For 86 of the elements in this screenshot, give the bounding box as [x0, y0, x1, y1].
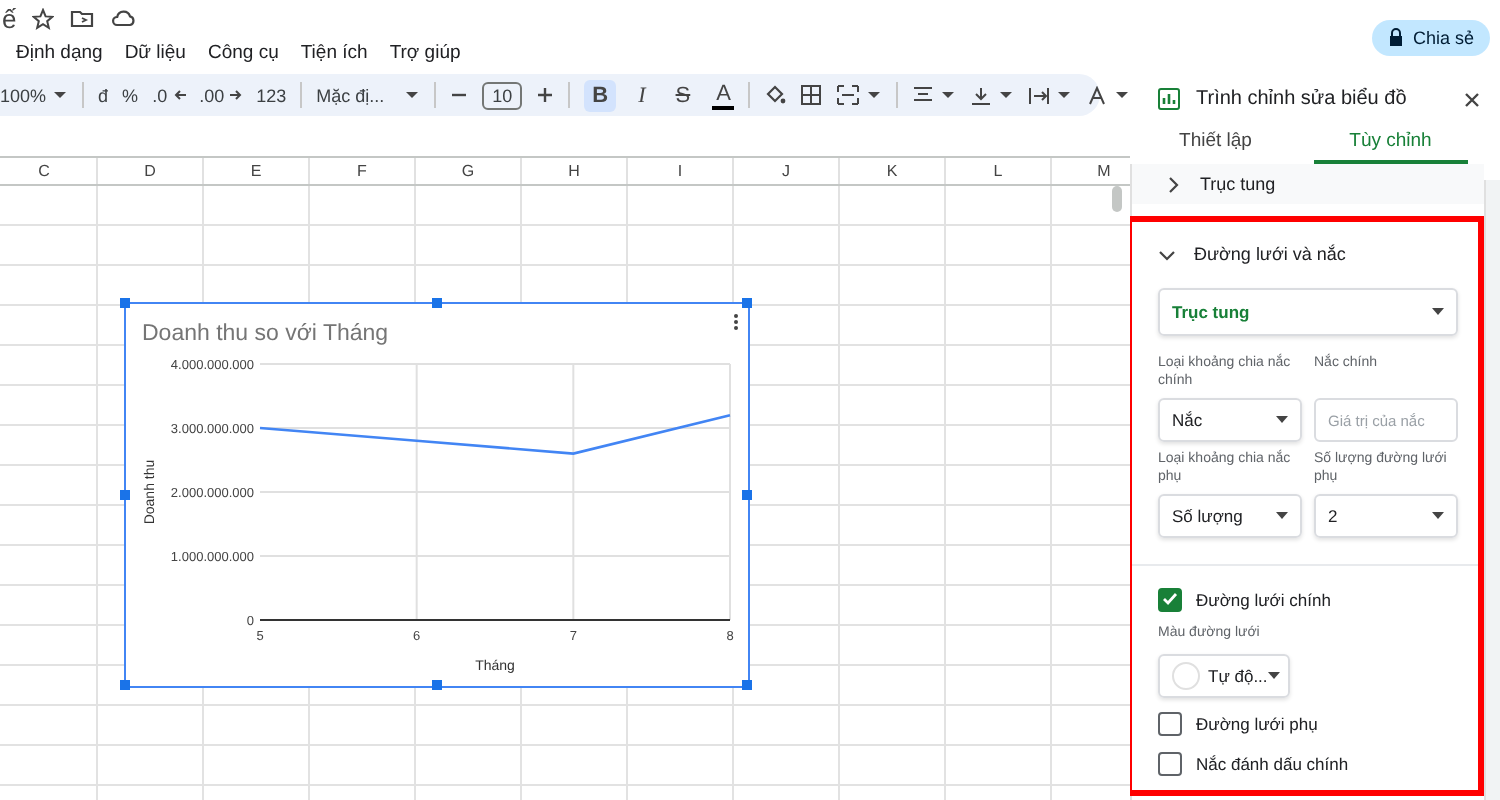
resize-handle[interactable]: [742, 298, 752, 308]
text-rotate-icon[interactable]: [1086, 85, 1109, 105]
italic-button[interactable]: I: [630, 79, 654, 111]
axis-dropdown[interactable]: Trục tung: [1158, 288, 1458, 336]
folder-icon[interactable]: [70, 8, 95, 28]
star-icon[interactable]: [32, 7, 55, 29]
checkbox-label: Đường lưới phụ: [1196, 713, 1318, 733]
resize-handle[interactable]: [431, 680, 441, 690]
select-dropdown[interactable]: Số lượng: [1158, 494, 1302, 538]
column-header[interactable]: H: [522, 158, 628, 184]
caret-icon: [1432, 308, 1444, 316]
cloud-icon[interactable]: [110, 8, 137, 28]
resize-handle[interactable]: [431, 298, 441, 308]
column-header[interactable]: F: [310, 158, 416, 184]
color-swatch: [1172, 662, 1200, 690]
select-dropdown[interactable]: 2: [1314, 494, 1458, 538]
caret-icon: [1432, 512, 1444, 520]
checkbox-label: Đường lưới chính: [1196, 589, 1331, 609]
panel-title: Trình chỉnh sửa biểu đồ: [1196, 88, 1409, 110]
close-icon[interactable]: [1464, 91, 1480, 107]
caret-icon: [52, 90, 69, 100]
column-header[interactable]: I: [628, 158, 734, 184]
text-wrap-icon[interactable]: [1028, 85, 1051, 105]
caret-icon: [1276, 416, 1288, 424]
borders-icon[interactable]: [800, 84, 823, 106]
column-header[interactable]: G: [416, 158, 522, 184]
increase-decimal-button[interactable]: .00: [199, 85, 225, 105]
caret-icon: [940, 90, 957, 100]
currency-format-button[interactable]: đ: [98, 85, 109, 105]
document-title: ế: [2, 3, 17, 33]
caret-icon: [866, 90, 883, 100]
percent-format-button[interactable]: %: [122, 85, 139, 105]
caret-icon: [998, 90, 1015, 100]
menu-item[interactable]: Công cụ: [207, 41, 279, 63]
chart-title: Doanh thu so với Tháng: [142, 322, 389, 346]
menu-item[interactable]: Dữ liệu: [124, 41, 186, 63]
right-arrow-icon: [230, 90, 243, 100]
checkbox-label: Nắc đánh dấu chính: [1196, 753, 1349, 773]
align-center-icon[interactable]: [912, 85, 935, 105]
number-format-button[interactable]: 123: [256, 85, 287, 105]
plus-icon[interactable]: [536, 86, 555, 104]
decrease-decimal-button[interactable]: .0: [152, 85, 168, 105]
caret-icon: [1276, 512, 1288, 520]
text-color-button[interactable]: A: [712, 81, 735, 109]
menu-item[interactable]: Trợ giúp: [389, 41, 461, 63]
column-header[interactable]: K: [840, 158, 946, 184]
resize-handle[interactable]: [120, 680, 130, 690]
column-header[interactable]: L: [946, 158, 1052, 184]
strikethrough-button[interactable]: S: [667, 79, 699, 111]
menu-item[interactable]: Định dạng: [16, 41, 103, 63]
caret-icon: [1056, 90, 1073, 100]
section-header[interactable]: Trục tung: [1132, 164, 1484, 204]
caret-icon: [1114, 90, 1130, 100]
scrollbar-thumb[interactable]: [1112, 186, 1122, 212]
section-header[interactable]: Đường lưới và nắc: [1158, 230, 1458, 278]
checkbox[interactable]: [1158, 751, 1182, 775]
checkbox[interactable]: [1158, 711, 1182, 735]
color-dropdown[interactable]: Tự độ...: [1158, 654, 1290, 698]
left-arrow-icon: [173, 90, 186, 100]
caret-icon: [1267, 672, 1280, 680]
chart-icon: [1158, 88, 1180, 110]
share-button[interactable]: Chia sẻ: [1372, 19, 1490, 55]
check-icon: [1162, 592, 1178, 606]
align-bottom-icon[interactable]: [970, 85, 993, 105]
select-dropdown[interactable]: Nắc: [1158, 398, 1302, 442]
column-header[interactable]: E: [204, 158, 310, 184]
caret-icon: [404, 90, 421, 100]
resize-handle[interactable]: [742, 680, 752, 690]
resize-handle[interactable]: [120, 298, 130, 308]
font-size-field[interactable]: 10: [482, 81, 523, 109]
column-header[interactable]: J: [734, 158, 840, 184]
checkbox[interactable]: [1158, 587, 1182, 611]
column-header[interactable]: D: [98, 158, 204, 184]
tab[interactable]: Thiết lập: [1138, 124, 1293, 164]
merge-cells-icon[interactable]: [836, 84, 861, 106]
resize-handle[interactable]: [742, 489, 752, 499]
chevron-right-icon[interactable]: [1164, 175, 1182, 193]
bold-button[interactable]: B: [584, 79, 617, 111]
lock-icon: [1388, 28, 1405, 46]
column-header[interactable]: C: [0, 158, 98, 184]
paint-bucket-icon[interactable]: [764, 84, 787, 106]
chevron-down-icon[interactable]: [1158, 245, 1176, 263]
resize-handle[interactable]: [120, 489, 130, 499]
zoom-dropdown[interactable]: 100%: [0, 85, 69, 105]
menu-item[interactable]: Tiện ích: [300, 41, 368, 63]
font-dropdown[interactable]: Mặc đị...: [316, 85, 421, 105]
